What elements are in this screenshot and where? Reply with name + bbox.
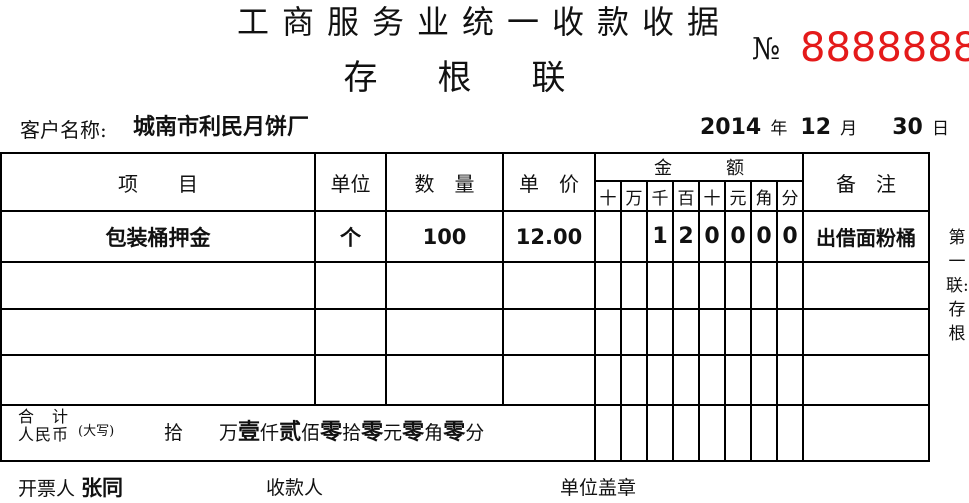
date: 2014 年 12 月 30 日 [700, 114, 949, 143]
row-digit: 0 [724, 210, 752, 263]
digit-header: 分 [776, 180, 804, 212]
receipt-number: 8888888 [800, 25, 969, 71]
date-month: 12 [800, 115, 832, 140]
total-word-value: 壹 [238, 420, 261, 445]
header-item: 项 目 [0, 152, 316, 212]
row-digit: 0 [776, 210, 804, 263]
table-row: 包装桶押金 个 100 12.00 1 2 0 0 0 0 出借面粉桶 [0, 210, 930, 263]
row-digit [594, 210, 622, 263]
issuer: 开票人 张同 [18, 474, 123, 503]
row-digit: 0 [698, 210, 726, 263]
header-price: 单 价 [502, 152, 596, 212]
total-word-unit: 角 [424, 422, 444, 444]
customer-label: 客户名称: [20, 118, 107, 142]
table-row-empty [0, 354, 930, 406]
total-word-unit: 拾 [342, 422, 362, 444]
total-words: 拾万壹仟贰佰零拾零元零角零分 [162, 420, 484, 446]
total-word-unit: 佰 [301, 422, 321, 444]
table-row-empty [0, 308, 930, 356]
payee-label: 收款人 [266, 477, 324, 499]
header-note: 备 注 [802, 152, 930, 212]
number-symbol: № [752, 32, 781, 67]
total-label: 合 计 人民币 [18, 407, 70, 444]
row-digit: 2 [672, 210, 700, 263]
seal-label: 单位盖章 [560, 477, 637, 499]
total-row: 合 计 人民币 (大写) 拾万壹仟贰佰零拾零元零角零分 [0, 404, 930, 462]
row-price: 12.00 [502, 210, 596, 263]
digit-header: 十 [594, 180, 622, 212]
total-word-unit: 万 [219, 422, 239, 444]
date-day: 30 [892, 115, 923, 140]
total-word-value: 零 [443, 420, 466, 445]
digit-header: 百 [672, 180, 700, 212]
row-digit: 1 [646, 210, 674, 263]
total-label-small: (大写) [78, 424, 115, 439]
total-word-unit: 元 [383, 422, 403, 444]
header-quantity: 数 量 [385, 152, 504, 212]
date-year-unit: 年 [770, 119, 788, 139]
digit-header: 角 [750, 180, 778, 212]
row-unit: 个 [314, 210, 387, 263]
issuer-label: 开票人 [18, 478, 76, 500]
row-note: 出借面粉桶 [802, 210, 930, 263]
date-month-unit: 月 [840, 119, 858, 139]
total-word-unit: 拾 [164, 422, 184, 444]
total-word-unit: 分 [465, 422, 485, 444]
customer-name: 城南市利民月饼厂 [133, 115, 310, 140]
total-word-value: 零 [402, 420, 425, 445]
receipt-table: 项 目 单位 数 量 单 价 金 额 备 注 十 万 千 百 十 元 角 分 包… [0, 152, 930, 462]
total-word-value: 零 [361, 420, 384, 445]
header-unit: 单位 [314, 152, 387, 212]
digit-header: 十 [698, 180, 726, 212]
total-word-unit: 仟 [260, 422, 280, 444]
date-year: 2014 [700, 115, 762, 140]
row-quantity: 100 [385, 210, 504, 263]
row-item: 包装桶押金 [0, 210, 316, 263]
row-digit: 0 [750, 210, 778, 263]
total-word-value: 贰 [279, 420, 302, 445]
issuer-name: 张同 [81, 476, 124, 500]
total-word-value: 零 [320, 420, 343, 445]
date-day-unit: 日 [931, 119, 949, 139]
side-label: 第一联:存根 [946, 228, 969, 344]
total-amount-words: 合 计 人民币 (大写) 拾万壹仟贰佰零拾零元零角零分 [0, 404, 596, 462]
digit-header: 万 [620, 180, 648, 212]
header-amount: 金 额 [594, 152, 804, 182]
row-digit [620, 210, 648, 263]
digit-header: 元 [724, 180, 752, 212]
table-row-empty [0, 261, 930, 310]
digit-header: 千 [646, 180, 674, 212]
